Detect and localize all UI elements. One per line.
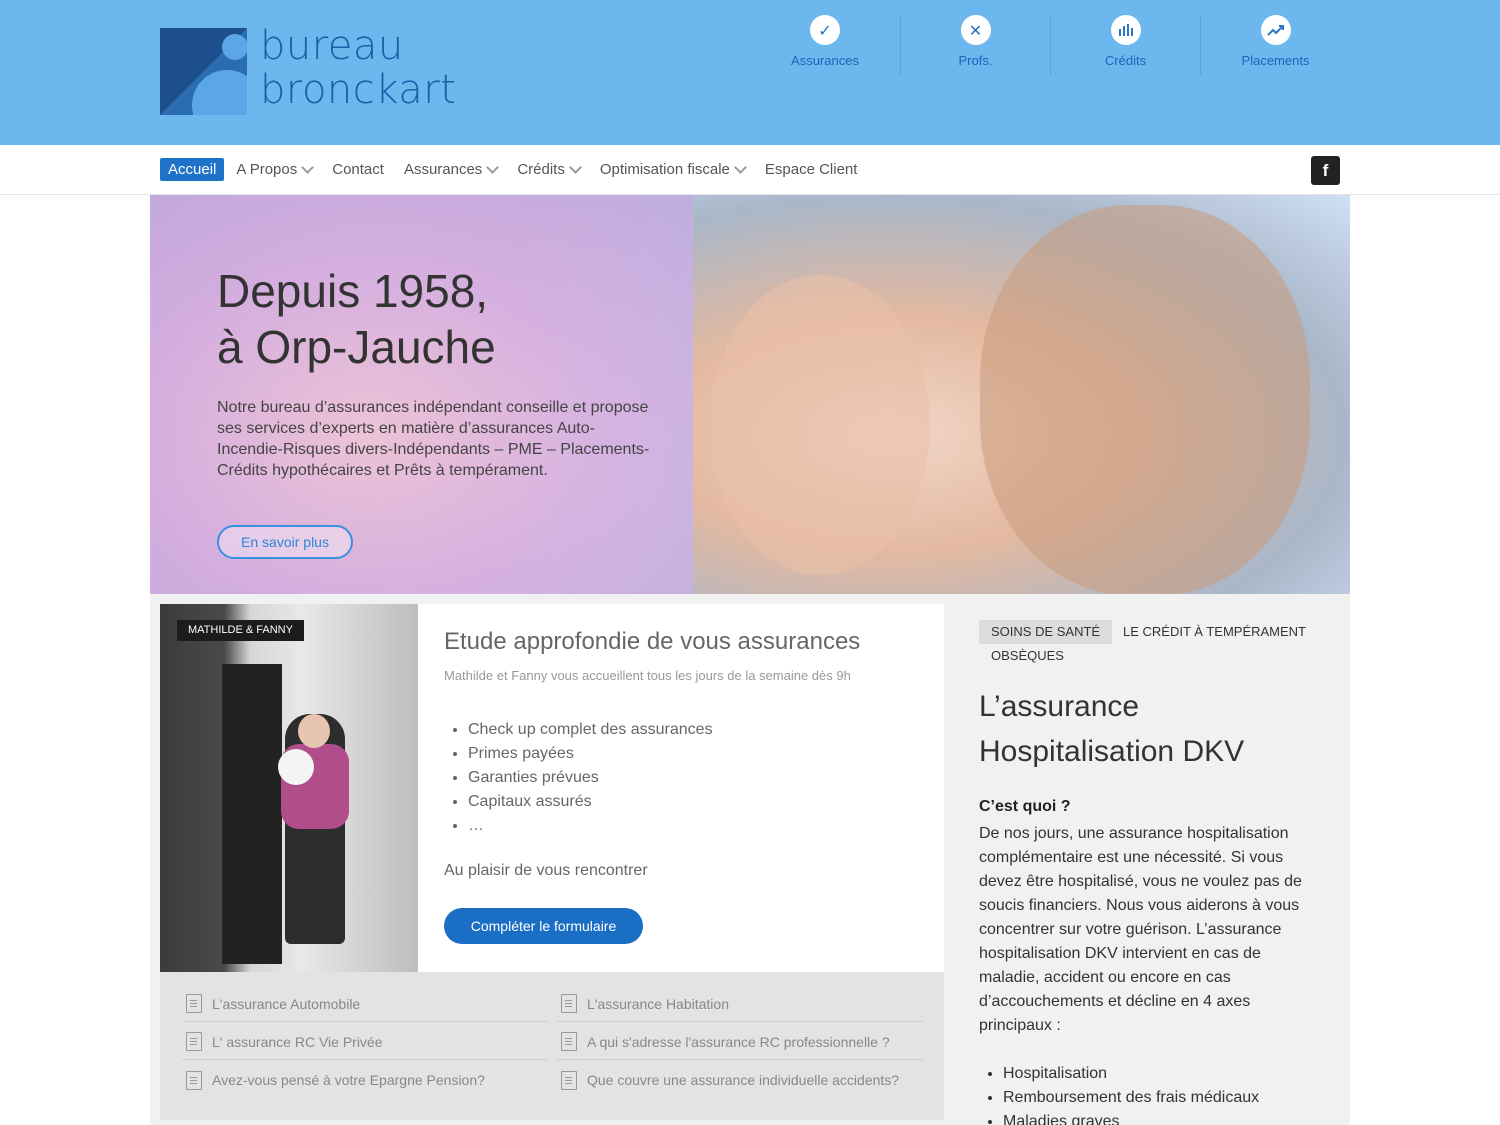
team-photo: MATHILDE & FANNY [160, 604, 418, 972]
menu-label: Accueil [168, 161, 217, 178]
document-icon [561, 1032, 577, 1051]
link-label: A qui s'adresse l'assurance RC professio… [587, 1033, 890, 1050]
link-label: L'assurance Habitation [587, 995, 729, 1012]
list-item: Garanties prévues [468, 766, 713, 790]
main-menu: Accueil A Propos Contact Assurances Créd… [160, 158, 869, 181]
list-item: Remboursement des frais médicaux [1003, 1086, 1259, 1110]
document-icon [561, 994, 577, 1013]
quick-nav: ✓ Assurances ✕ Profs. Crédits Placements [750, 15, 1350, 75]
complete-form-button[interactable]: Compléter le formulaire [444, 908, 643, 944]
document-icon [186, 1032, 202, 1051]
checkbox-icon: ✓ [810, 15, 840, 45]
menu-item-a-propos[interactable]: A Propos [228, 158, 320, 181]
article-title: L’assurance Hospitalisation DKV [979, 690, 1245, 768]
menu-label: Contact [332, 161, 384, 178]
article-list: Hospitalisation Remboursement des frais … [1003, 1062, 1259, 1125]
hero-text: Notre bureau d’assurances indépendant co… [217, 399, 650, 479]
quick-nav-assurances[interactable]: ✓ Assurances [750, 15, 900, 75]
logo-text: bureau bronckart [260, 24, 456, 112]
logo-line-2: bronckart [260, 67, 457, 113]
article-link[interactable]: Avez-vous pensé à votre Epargne Pension? [182, 1062, 548, 1098]
list-item: … [468, 814, 713, 838]
hero-title: Depuis 1958, à Orp-Jauche [217, 265, 496, 373]
tools-icon: ✕ [960, 15, 991, 45]
menu-item-espace-client[interactable]: Espace Client [757, 158, 866, 181]
list-item: Primes payées [468, 742, 713, 766]
article-heading: C’est quoi ? [979, 798, 1071, 815]
menu-label: A Propos [236, 161, 298, 178]
hero-face-woman [710, 275, 930, 575]
menu-item-credits[interactable]: Crédits [509, 158, 588, 181]
logo-line-1: bureau [260, 23, 404, 69]
card-title: Etude approfondie de vous assurances [444, 628, 861, 655]
quick-nav-label: Placements [1241, 53, 1310, 68]
list-item: Capitaux assurés [468, 790, 713, 814]
quick-nav-placements[interactable]: Placements [1200, 15, 1350, 75]
menu-item-assurances[interactable]: Assurances [396, 158, 505, 181]
article-link[interactable]: A qui s'adresse l'assurance RC professio… [557, 1024, 923, 1060]
list-item: Maladies graves [1003, 1110, 1259, 1125]
chevron-down-icon [486, 161, 500, 174]
menu-label: Espace Client [764, 161, 858, 178]
chevron-down-icon [734, 161, 747, 174]
card-checklist: Check up complet des assurances Primes p… [468, 718, 713, 838]
hero-more-button[interactable]: En savoir plus [217, 525, 353, 559]
quick-nav-label: Crédits [1104, 53, 1147, 68]
article-link[interactable]: L'assurance Automobile [182, 986, 548, 1022]
link-label: Avez-vous pensé à votre Epargne Pension? [212, 1072, 485, 1088]
document-icon [186, 994, 202, 1013]
list-item: Check up complet des assurances [468, 718, 713, 742]
list-item: Hospitalisation [1003, 1062, 1259, 1086]
site-header: bureau bronckart ✓ Assurances ✕ Profs. C… [0, 0, 1500, 145]
quick-nav-credits[interactable]: Crédits [1050, 15, 1200, 75]
quick-nav-label: Assurances [791, 53, 859, 68]
quick-nav-profs[interactable]: ✕ Profs. [900, 15, 1050, 75]
bar-chart-icon [1110, 15, 1141, 45]
document-icon [186, 1070, 202, 1090]
article-link[interactable]: Que couvre une assurance individuelle ac… [557, 1062, 923, 1098]
hero-face-man [980, 205, 1310, 594]
hero-banner: Depuis 1958, à Orp-Jauche Notre bureau d… [150, 195, 1350, 594]
menu-item-accueil[interactable]: Accueil [160, 158, 225, 181]
team-card: MATHILDE & FANNY Etude approfondie de vo… [160, 604, 944, 972]
link-label: Que couvre une assurance individuelle ac… [587, 1072, 900, 1088]
quick-nav-label: Profs. [958, 53, 993, 68]
article-link[interactable]: L'assurance Habitation [557, 986, 923, 1022]
menu-label: Optimisation fiscale [599, 161, 730, 178]
card-note: Au plaisir de vous rencontrer [444, 862, 648, 879]
tab-obseques[interactable]: OBSÈQUES [979, 644, 1076, 668]
logo-mark [160, 28, 247, 115]
document-icon [561, 1070, 577, 1090]
link-label: L'assurance Automobile [212, 995, 361, 1012]
chevron-down-icon [301, 161, 315, 174]
card-subtitle: Mathilde et Fanny vous accueillent tous … [444, 668, 851, 683]
article-links-panel: L'assurance Automobile L'assurance Habit… [160, 972, 944, 1120]
chevron-down-icon [568, 161, 582, 174]
menu-label: Assurances [403, 161, 483, 178]
menu-item-optimisation-fiscale[interactable]: Optimisation fiscale [592, 158, 753, 181]
menu-item-contact[interactable]: Contact [324, 158, 392, 181]
photo-tag: MATHILDE & FANNY [177, 620, 304, 641]
menu-label: Crédits [517, 161, 565, 178]
facebook-icon[interactable]: f [1311, 156, 1340, 185]
trend-up-icon [1260, 15, 1291, 45]
link-label: L' assurance RC Vie Privée [212, 1033, 383, 1050]
site-logo[interactable]: bureau bronckart [160, 24, 460, 118]
article-body: De nos jours, une assurance hospitalisat… [979, 825, 1302, 1034]
article-link[interactable]: L' assurance RC Vie Privée [182, 1024, 548, 1060]
tab-credit-temperament[interactable]: LE CRÉDIT À TEMPÉRAMENT [1111, 620, 1318, 644]
main-menu-bar: Accueil A Propos Contact Assurances Créd… [0, 145, 1500, 195]
tab-soins-de-sante[interactable]: SOINS DE SANTÉ [979, 620, 1113, 644]
